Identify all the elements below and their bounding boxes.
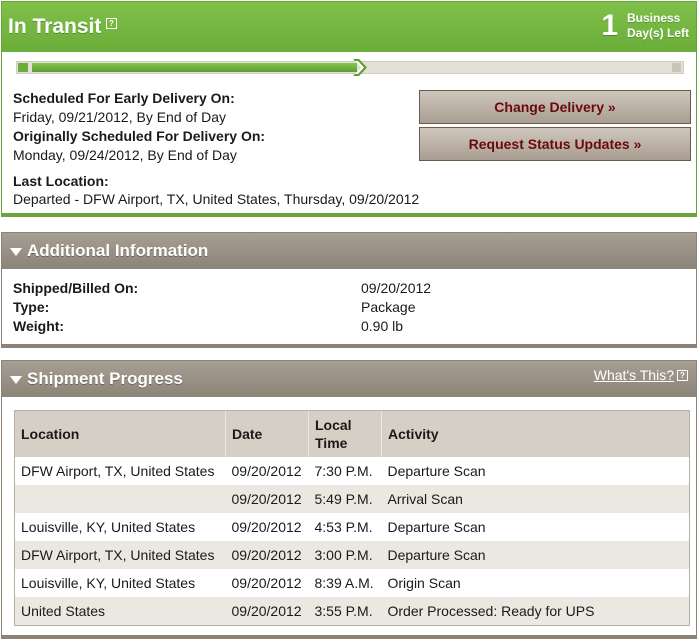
delivery-progress-bar <box>16 59 684 76</box>
cell-activity: Departure Scan <box>387 519 486 535</box>
cell-time: 7:30 P.M. <box>314 463 373 479</box>
cell-location: Louisville, KY, United States <box>21 519 196 535</box>
cell-date: 09/20/2012 <box>225 485 309 513</box>
cell-date: 09/20/2012 <box>231 519 302 535</box>
column-header-location: Location <box>15 411 226 457</box>
cell-location <box>15 485 226 513</box>
shipment-progress-panel: Shipment Progress What's This? ? Locatio… <box>1 360 697 639</box>
additional-information-header[interactable]: Additional Information <box>2 233 696 269</box>
progress-chevron-icon <box>353 59 367 76</box>
cell-location: Louisville, KY, United States <box>21 575 196 591</box>
progress-start-marker <box>18 63 28 72</box>
weight-label: Weight: <box>13 318 65 334</box>
days-left-label-line-2: Day(s) Left <box>627 26 690 40</box>
cell-time: 8:39 A.M. <box>314 575 374 591</box>
original-delivery-value: Monday, 09/24/2012, By End of Day <box>13 147 237 163</box>
column-header-activity: Activity <box>381 411 689 457</box>
collapse-triangle-icon[interactable] <box>10 248 22 256</box>
collapse-triangle-icon[interactable] <box>10 376 22 384</box>
progress-fill <box>32 63 357 72</box>
help-icon[interactable]: ? <box>677 370 688 381</box>
cell-time: 3:55 P.M. <box>308 597 382 625</box>
tracking-page: In Transit ? 1 Business Day(s) Left Sche… <box>0 0 700 640</box>
weight-value: 0.90 lb <box>361 318 404 334</box>
shipped-billed-label: Shipped/Billed On: <box>13 280 139 296</box>
shipment-progress-title: Shipment Progress <box>27 369 183 388</box>
shipped-billed-value: 09/20/2012 <box>361 280 432 296</box>
last-location-label: Last Location: <box>13 173 109 189</box>
early-delivery-value: Friday, 09/21/2012, By End of Day <box>13 109 226 125</box>
table-row: Louisville, KY, United States 09/20/2012… <box>15 569 689 597</box>
original-delivery-label: Originally Scheduled For Delivery On: <box>13 128 266 144</box>
early-delivery-label: Scheduled For Early Delivery On: <box>13 90 235 106</box>
cell-time: 4:53 P.M. <box>314 519 373 535</box>
status-header: In Transit ? 1 Business Day(s) Left <box>2 2 696 52</box>
cell-date: 09/20/2012 <box>231 575 302 591</box>
cell-date: 09/20/2012 <box>225 597 309 625</box>
change-delivery-button[interactable]: Change Delivery » <box>419 90 691 124</box>
cell-activity: Departure Scan <box>387 463 486 479</box>
whats-this-link[interactable]: What's This? <box>594 367 674 383</box>
in-transit-panel: In Transit ? 1 Business Day(s) Left Sche… <box>1 1 697 217</box>
column-header-local-time: Local Time <box>308 411 382 457</box>
cell-activity: Departure Scan <box>381 541 689 569</box>
additional-information-panel: Additional Information Shipped/Billed On… <box>1 232 697 348</box>
type-label: Type: <box>13 299 50 315</box>
shipment-progress-header[interactable]: Shipment Progress What's This? ? <box>2 361 696 397</box>
days-left-count: 1 <box>601 9 618 42</box>
table-row: Louisville, KY, United States 09/20/2012… <box>15 513 689 541</box>
table-row: 09/20/2012 5:49 P.M. Arrival Scan <box>15 485 689 513</box>
type-value: Package <box>361 299 416 315</box>
cell-activity: Origin Scan <box>387 575 461 591</box>
last-location-value: Departed - DFW Airport, TX, United State… <box>13 191 420 207</box>
table-row: DFW Airport, TX, United States 09/20/201… <box>15 457 689 485</box>
cell-activity: Arrival Scan <box>381 485 689 513</box>
column-header-date: Date <box>225 411 309 457</box>
additional-information-title: Additional Information <box>27 241 209 260</box>
cell-date: 09/20/2012 <box>231 463 302 479</box>
help-icon[interactable]: ? <box>106 18 117 29</box>
table-row: United States 09/20/2012 3:55 P.M. Order… <box>15 597 689 625</box>
status-title: In Transit <box>8 15 102 38</box>
cell-date: 09/20/2012 <box>225 541 309 569</box>
cell-activity: Order Processed: Ready for UPS <box>381 597 689 625</box>
days-left-label-line-1: Business <box>627 11 681 25</box>
cell-location: United States <box>15 597 226 625</box>
cell-location: DFW Airport, TX, United States <box>15 541 226 569</box>
cell-time: 5:49 P.M. <box>308 485 382 513</box>
table-row: DFW Airport, TX, United States 09/20/201… <box>15 541 689 569</box>
days-left-label: Business Day(s) Left <box>627 11 689 41</box>
table-header-row: Location Date Local Time Activity <box>15 411 689 457</box>
request-status-updates-button[interactable]: Request Status Updates » <box>419 127 691 161</box>
cell-location: DFW Airport, TX, United States <box>21 463 215 479</box>
cell-time: 3:00 P.M. <box>308 541 382 569</box>
progress-end-marker <box>672 63 681 72</box>
shipment-progress-table: Location Date Local Time Activity DFW Ai… <box>14 410 690 626</box>
